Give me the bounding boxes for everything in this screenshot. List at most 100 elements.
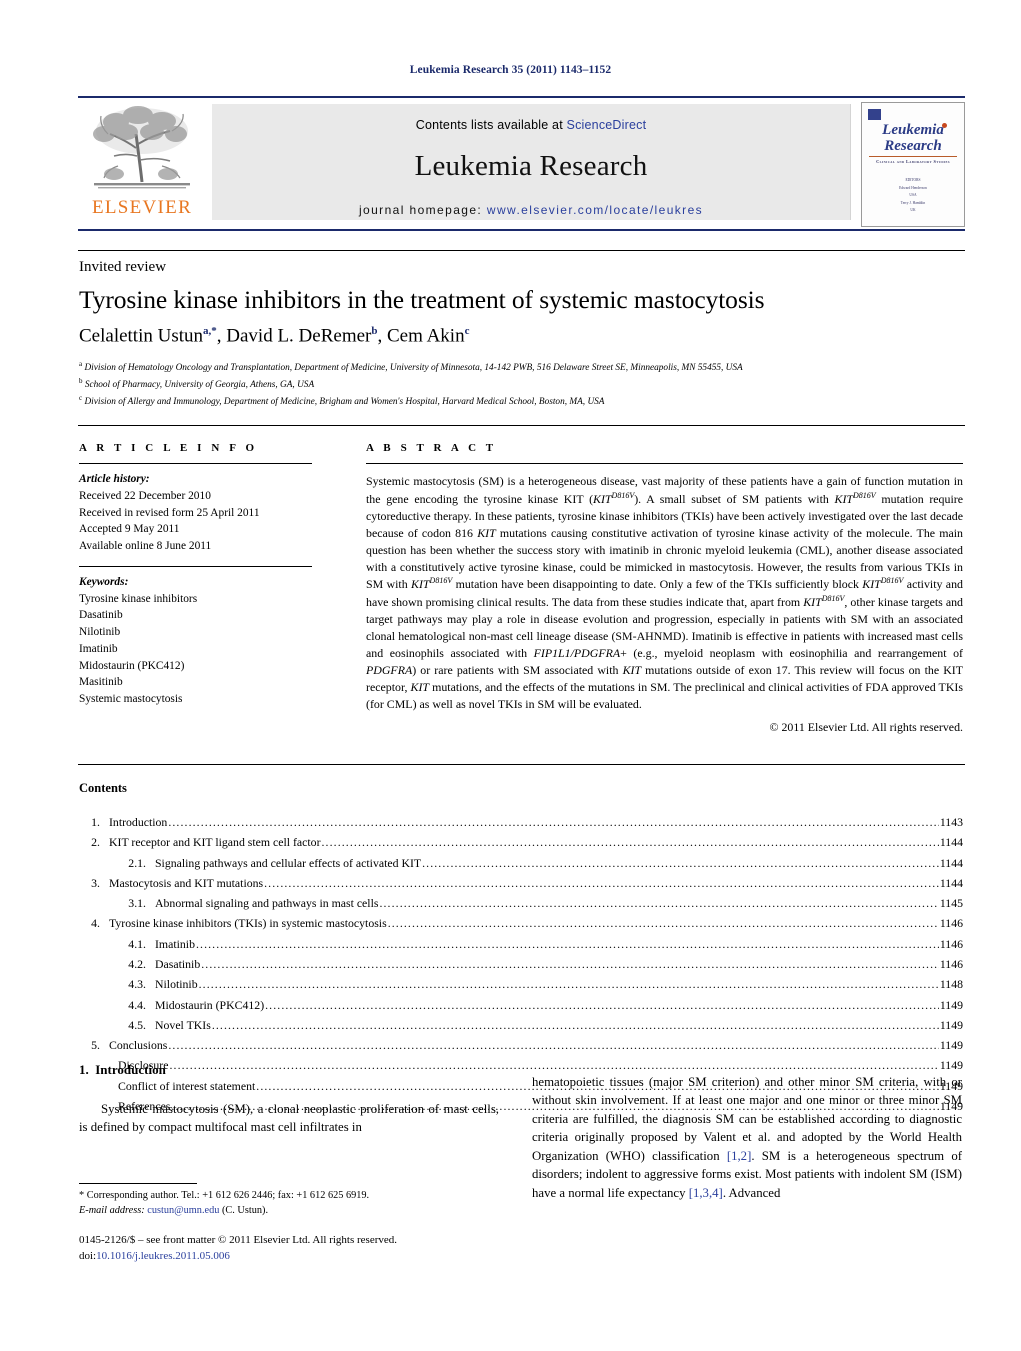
affiliation-a-mark: a [79,360,83,368]
abstract-copyright: © 2011 Elsevier Ltd. All rights reserved… [769,719,963,734]
affiliation-c: c Division of Allergy and Immunology, De… [79,393,959,410]
cover-editors-label: EDITORS [905,178,921,182]
toc-entry[interactable]: 4.1. Imatinib............................… [79,934,963,954]
intro-paragraph-right: hematopoietic tissues (major SM criterio… [532,1075,962,1200]
sciencedirect-link[interactable]: ScienceDirect [567,118,647,132]
toc-entry-page: 1145 [939,896,963,911]
email-owner: (C. Ustun). [221,1205,269,1217]
homepage-url-link[interactable]: www.elsevier.com/locate/leukres [487,203,703,217]
intro-paragraph-left: Systemic mastocytosis (SM), a clonal neo… [79,1102,499,1135]
keyword-item: Masitinib [79,676,123,689]
corresponding-author-line: * Corresponding author. Tel.: +1 612 626… [79,1190,370,1201]
toc-entry[interactable]: 3. Mastocytosis and KIT mutations........… [79,873,963,893]
affiliation-c-text: Division of Allergy and Immunology, Depa… [84,397,605,408]
toc-entry-page: 1148 [939,977,963,992]
toc-entry-label: Nilotinib [155,977,198,992]
toc-entry[interactable]: 1. Introduction..........................… [79,812,963,832]
toc-entry-leader: ........................................… [198,977,939,992]
keywords-block: Keywords: Tyrosine kinase inhibitors Das… [79,574,339,708]
toc-entry[interactable]: 3.1. Abnormal signaling and pathways in m… [79,893,963,913]
toc-entry-leader: ........................................… [211,1017,939,1032]
footnote-rule [79,1183,197,1184]
toc-entry-page: 1143 [939,815,963,829]
toc-entry-number: 4.2. [128,956,146,971]
cover-title-line2: Research [884,138,942,154]
title-top-rule [78,250,965,251]
toc-entry-leader: ........................................… [201,956,939,971]
article-first-page: Leukemia Research 35 (2011) 1143–1152 EL… [0,0,1021,1351]
section-title: Introduction [95,1062,166,1077]
affiliation-b-text: School of Pharmacy, University of Georgi… [84,380,315,391]
author-3: Cem Akin [386,325,465,347]
toc-entry[interactable]: 4. Tyrosine kinase inhibitors (TKIs) in s… [79,913,963,933]
toc-entry-leader: ........................................… [168,815,939,829]
toc-entry-number: 2. [91,835,100,850]
keyword-item: Midostaurin (PKC412) [79,659,185,672]
toc-entry-leader: ........................................… [195,936,939,951]
article-history-label: Article history: [79,473,150,485]
keyword-item: Nilotinib [79,626,121,639]
masthead-bottom-rule [78,229,965,231]
masthead-center-band: Contents lists available at ScienceDirec… [212,104,851,220]
toc-entry-label: Tyrosine kinase inhibitors (TKIs) in sys… [109,916,387,931]
article-info-heading: A R T I C L E I N F O [79,442,258,454]
toc-entry[interactable]: 4.4. Midostaurin (PKC412)................… [79,995,963,1015]
section-heading-introduction: 1. Introduction [79,1062,166,1078]
author-2: David L. DeRemer [226,325,372,347]
cover-editor-1-country: USA [909,193,917,198]
affiliation-b-mark: b [79,377,83,386]
toc-entry-page: 1144 [939,855,963,870]
cover-divider [869,156,957,157]
author-list: Celalettin Ustuna,*, David L. DeRemerb, … [79,325,470,347]
article-info-section: A R T I C L E I N F O Article history: R… [79,442,339,708]
keywords-label: Keywords: [79,575,129,588]
affiliation-b: b School of Pharmacy, University of Geor… [79,376,959,393]
cover-accent-dot-icon [942,123,947,128]
toc-entry-page: 1144 [939,835,963,850]
body-column-left: Systemic mastocytosis (SM), a clonal neo… [79,1100,499,1137]
toc-entry[interactable]: 4.5. Novel TKIs..........................… [79,1015,963,1035]
toc-entry[interactable]: 2.1. Signaling pathways and cellular effe… [79,853,963,873]
toc-entry-number: 4.1. [128,936,146,951]
running-head: Leukemia Research 35 (2011) 1143–1152 [409,64,612,76]
keyword-item: Systemic mastocytosis [79,693,183,706]
toc-entry-number: 4. [91,916,100,931]
toc-entry-label: Introduction [109,815,168,829]
article-history-block: Article history: Received 22 December 20… [79,471,339,555]
toc-entry-label: Midostaurin (PKC412) [155,997,265,1012]
affiliation-a: a Division of Hematology Oncology and Tr… [79,359,959,376]
journal-cover-thumbnail[interactable]: Leukemia Research Clinical and Laborator… [861,102,965,227]
cover-editor-2-country: UK [910,208,916,213]
toc-entry-label: Abnormal signaling and pathways in mast … [155,896,379,911]
article-history-item: Received in revised form 25 April 2011 [79,506,260,519]
contents-available-text: Contents lists available at [415,118,567,132]
abstract-section: A B S T R A C T Systemic mastocytosis (S… [366,442,963,735]
toc-entry-number: 5. [91,1038,100,1053]
article-history-item: Available online 8 June 2011 [79,540,212,553]
email-link[interactable]: custun@umn.edu [147,1205,219,1216]
article-type-label: Invited review [79,259,167,275]
toc-entry-label: Conflict of interest statement [118,1078,256,1093]
cover-editor-1: Edward Henderson [899,185,927,190]
toc-entry-label: Mastocytosis and KIT mutations [109,875,264,890]
email-line: E-mail address: custun@umn.edu (C. Ustun… [79,1203,499,1218]
toc-entry[interactable]: 4.2. Dasatinib...........................… [79,954,963,974]
article-history-item: Received 22 December 2010 [79,489,211,502]
toc-entry-leader: ........................................… [264,875,939,890]
toc-entry-page: 1149 [939,1038,963,1053]
doi-link[interactable]: 10.1016/j.leukres.2011.05.006 [96,1250,230,1262]
toc-entry[interactable]: 5. Conclusions...........................… [79,1035,963,1055]
toc-entry-number: 3.1. [128,896,146,911]
toc-entry-label: Novel TKIs [155,1017,211,1032]
journal-title: Leukemia Research [414,150,648,182]
affiliation-list: a Division of Hematology Oncology and Tr… [79,359,959,410]
doi-label: doi: [79,1249,97,1262]
toc-entry-page: 1144 [939,875,963,890]
toc-entry-page: 1146 [939,916,963,931]
toc-entry-leader: ........................................… [321,835,939,850]
toc-entry-label: KIT receptor and KIT ligand stem cell fa… [109,835,321,850]
toc-entry[interactable]: 2. KIT receptor and KIT ligand stem cell … [79,832,963,852]
toc-entry[interactable]: 4.3. Nilotinib...........................… [79,974,963,994]
toc-entry-leader: ........................................… [387,916,939,931]
contents-top-rule [78,764,965,765]
